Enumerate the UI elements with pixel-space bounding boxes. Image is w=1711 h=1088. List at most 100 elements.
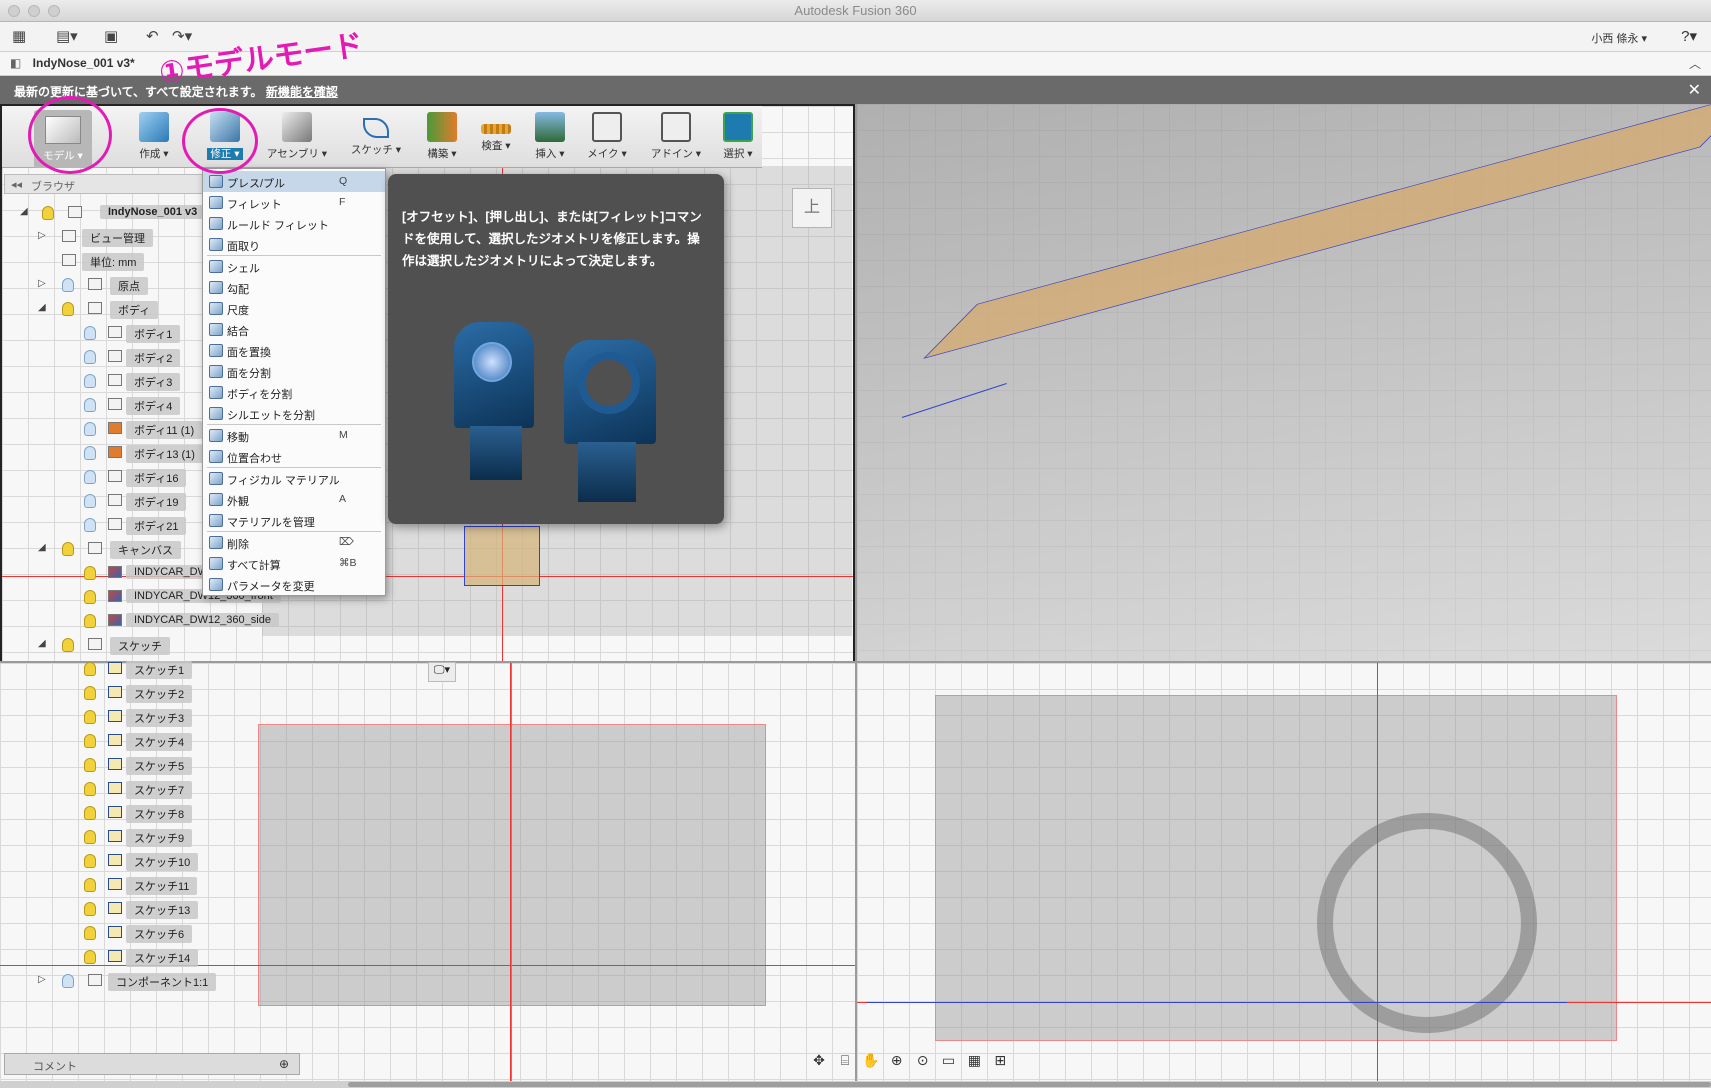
- tree-leaf-item[interactable]: スケッチ10: [78, 851, 298, 871]
- select-button[interactable]: 選択 ▾: [716, 112, 760, 161]
- visibility-bulb-icon[interactable]: [84, 734, 96, 748]
- tree-leaf-item[interactable]: スケッチ9: [78, 827, 298, 847]
- tree-leaf-item[interactable]: スケッチ2: [78, 683, 298, 703]
- look-at-icon[interactable]: ⌸: [834, 1052, 856, 1069]
- tree-leaf-item[interactable]: スケッチ5: [78, 755, 298, 775]
- visibility-bulb-icon[interactable]: [84, 830, 96, 844]
- tree-leaf-item[interactable]: スケッチ11: [78, 875, 298, 895]
- visibility-bulb-icon[interactable]: [84, 446, 96, 460]
- user-menu[interactable]: 小西 條永 ▾: [1591, 30, 1647, 46]
- visibility-bulb-icon[interactable]: [84, 902, 96, 916]
- help-icon[interactable]: ?▾: [1681, 27, 1697, 45]
- modify-menu-item[interactable]: シェル: [203, 256, 385, 277]
- visibility-bulb-icon[interactable]: [84, 614, 96, 628]
- visibility-bulb-icon[interactable]: [84, 422, 96, 436]
- modify-menu-item[interactable]: 外観 A: [203, 489, 385, 510]
- pan-icon[interactable]: ✋: [860, 1052, 882, 1069]
- visibility-bulb-icon[interactable]: [84, 398, 96, 412]
- visibility-bulb-icon[interactable]: [84, 566, 96, 580]
- tree-leaf-item[interactable]: スケッチ8: [78, 803, 298, 823]
- orbit-icon[interactable]: ✥: [808, 1052, 830, 1069]
- view-cube[interactable]: 上: [792, 188, 832, 228]
- collapse-triangle-icon[interactable]: ◢: [38, 302, 50, 313]
- modify-menu-item[interactable]: ボディを分割: [203, 382, 385, 403]
- modify-menu-item[interactable]: 面を置換: [203, 340, 385, 361]
- comment-panel[interactable]: コメント ⊕: [4, 1053, 300, 1075]
- grid-settings-icon[interactable]: ▦: [963, 1052, 985, 1069]
- modify-menu-item[interactable]: フィジカル マテリアル: [203, 468, 385, 489]
- modify-menu-item[interactable]: プレス/プル Q: [203, 171, 385, 192]
- modify-menu-item[interactable]: シルエットを分割: [203, 403, 385, 424]
- modify-menu-item[interactable]: 面を分割: [203, 361, 385, 382]
- expand-triangle-icon[interactable]: ▷: [38, 278, 50, 289]
- file-menu-icon[interactable]: ▤▾: [56, 28, 78, 46]
- visibility-bulb-icon[interactable]: [84, 494, 96, 508]
- modify-menu-item[interactable]: 削除 ⌦: [203, 532, 385, 553]
- tree-leaf-item[interactable]: スケッチ3: [78, 707, 298, 727]
- inspect-button[interactable]: 検査 ▾: [476, 112, 516, 153]
- display-settings-icon[interactable]: ▭: [937, 1052, 959, 1069]
- modify-menu-item[interactable]: 面取り: [203, 234, 385, 255]
- whats-new-link[interactable]: 新機能を確認: [266, 85, 338, 99]
- construct-button[interactable]: 構築 ▾: [422, 112, 462, 161]
- visibility-bulb-icon[interactable]: [84, 470, 96, 484]
- save-icon[interactable]: ▣: [104, 28, 118, 46]
- visibility-bulb-icon[interactable]: [84, 686, 96, 700]
- visibility-bulb-icon[interactable]: [84, 782, 96, 796]
- sketch-button[interactable]: スケッチ ▾: [348, 112, 404, 157]
- viewports-icon[interactable]: ⊞: [989, 1052, 1011, 1069]
- viewport-side[interactable]: [857, 663, 1711, 1081]
- tree-leaf-item[interactable]: スケッチ1: [78, 659, 298, 679]
- collapse-triangle-icon[interactable]: ◢: [38, 542, 50, 553]
- chevron-up-icon[interactable]: ︿: [1689, 55, 1701, 72]
- horizontal-scrollbar[interactable]: [0, 1081, 1711, 1088]
- visibility-bulb-icon[interactable]: [42, 206, 54, 220]
- modify-menu-item[interactable]: すべて計算 ⌘B: [203, 553, 385, 574]
- visibility-bulb-icon[interactable]: [84, 878, 96, 892]
- visibility-bulb-icon[interactable]: [62, 542, 74, 556]
- visibility-bulb-icon[interactable]: [62, 638, 74, 652]
- visibility-bulb-icon[interactable]: [84, 326, 96, 340]
- modify-menu-item[interactable]: 尺度: [203, 298, 385, 319]
- tree-item-sketches[interactable]: ◢ スケッチ: [38, 635, 238, 655]
- tree-leaf-item[interactable]: スケッチ14: [78, 947, 298, 967]
- fit-icon[interactable]: ⊙: [912, 1052, 934, 1069]
- visibility-bulb-icon[interactable]: [84, 926, 96, 940]
- tree-leaf-item[interactable]: スケッチ7: [78, 779, 298, 799]
- notification-close-icon[interactable]: ✕: [1688, 80, 1701, 100]
- tree-leaf-item[interactable]: スケッチ6: [78, 923, 298, 943]
- browser-header[interactable]: ◂◂ ブラウザ: [4, 174, 204, 194]
- collapse-triangle-icon[interactable]: ◢: [20, 206, 32, 217]
- modify-menu-item[interactable]: フィレット F: [203, 192, 385, 213]
- visibility-bulb-icon[interactable]: [84, 806, 96, 820]
- viewport-divider-vertical[interactable]: [855, 104, 857, 1081]
- visibility-bulb-icon[interactable]: [84, 710, 96, 724]
- modify-menu-item[interactable]: 移動 M: [203, 425, 385, 446]
- addins-button[interactable]: アドイン ▾: [648, 112, 704, 161]
- modify-menu-item[interactable]: 結合: [203, 319, 385, 340]
- tree-leaf-item[interactable]: スケッチ4: [78, 731, 298, 751]
- modify-menu-item[interactable]: マテリアルを管理: [203, 510, 385, 531]
- visibility-bulb-icon[interactable]: [84, 590, 96, 604]
- visibility-bulb-icon[interactable]: [84, 758, 96, 772]
- tree-item-component[interactable]: ▷ コンポーネント1:1: [38, 971, 238, 991]
- scrollbar-thumb[interactable]: [348, 1082, 1711, 1087]
- visibility-bulb-icon[interactable]: [84, 950, 96, 964]
- visibility-bulb-icon[interactable]: [84, 854, 96, 868]
- visibility-bulb-icon[interactable]: [62, 302, 74, 316]
- document-tab[interactable]: ◧ IndyNose_001 v3*: [10, 56, 135, 70]
- viewport-perspective[interactable]: [857, 104, 1711, 663]
- zoom-icon[interactable]: ⊕: [886, 1052, 908, 1069]
- modify-menu-item[interactable]: ルールド フィレット: [203, 213, 385, 234]
- visibility-bulb-icon[interactable]: [84, 374, 96, 388]
- collapse-triangle-icon[interactable]: ◢: [38, 638, 50, 649]
- tree-leaf-item[interactable]: INDYCAR_DW12_360_side: [78, 611, 298, 631]
- visibility-bulb-icon[interactable]: [84, 662, 96, 676]
- assemble-button[interactable]: アセンブリ ▾: [260, 112, 334, 161]
- make-button[interactable]: メイク ▾: [584, 112, 630, 161]
- modify-menu-item[interactable]: 勾配: [203, 277, 385, 298]
- add-comment-icon[interactable]: ⊕: [279, 1057, 289, 1071]
- modify-menu-item[interactable]: 位置合わせ: [203, 446, 385, 467]
- undo-icon[interactable]: ↶: [146, 28, 159, 46]
- display-settings-icon[interactable]: 🖵▾: [428, 662, 456, 682]
